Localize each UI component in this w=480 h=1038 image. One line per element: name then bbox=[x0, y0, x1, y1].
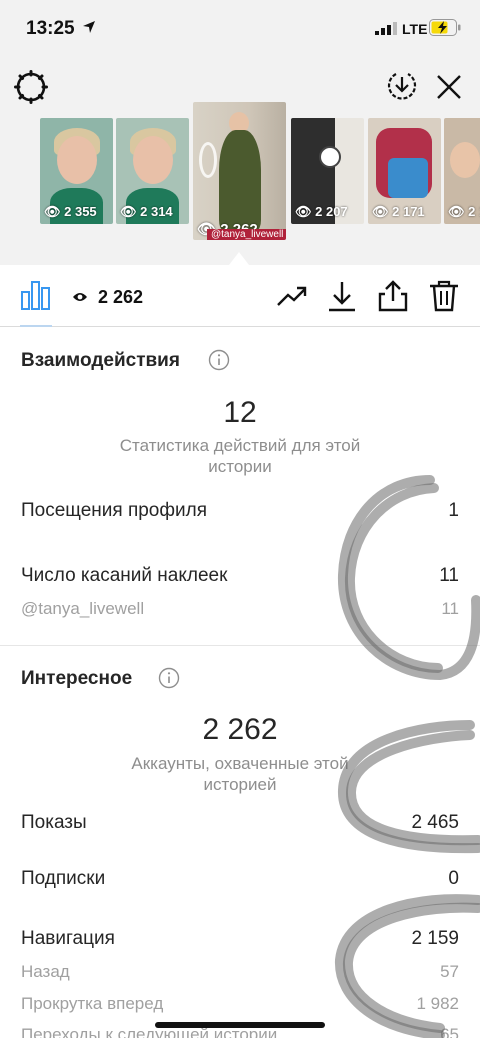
trash-icon[interactable] bbox=[427, 279, 461, 313]
story-thumbnail[interactable]: 👁 2 314 bbox=[116, 118, 189, 224]
insights-bar-chart-icon[interactable] bbox=[20, 280, 52, 310]
forward-value: 1 982 bbox=[416, 994, 459, 1013]
story-thumbnail-selected[interactable]: 👁 2 262 @tanya_livewell bbox=[193, 102, 286, 240]
network-type: LTE bbox=[402, 21, 428, 37]
status-time: 13:25 bbox=[26, 18, 75, 39]
sticker-taps-label: Число касаний наклеек bbox=[21, 565, 228, 586]
next-story-value: 65 bbox=[440, 1025, 459, 1038]
eye-icon bbox=[73, 293, 87, 301]
profile-visits-value: 1 bbox=[448, 500, 459, 521]
interactions-title: Взаимодействия bbox=[21, 350, 180, 371]
reach-total: 2 262 bbox=[202, 713, 278, 746]
profile-visits-label: Посещения профиля bbox=[21, 500, 207, 521]
settings-gear-icon[interactable] bbox=[14, 70, 48, 104]
navigation-value: 2 159 bbox=[411, 928, 459, 949]
home-indicator[interactable] bbox=[155, 1022, 325, 1028]
cell-signal-icon bbox=[375, 22, 397, 35]
close-icon[interactable] bbox=[436, 74, 462, 100]
info-icon[interactable] bbox=[208, 349, 230, 371]
story-view-count: 👁 2 171 bbox=[372, 204, 425, 219]
discovery-title: Интересное bbox=[21, 668, 133, 689]
sticker-mention-label[interactable]: @tanya_livewell bbox=[21, 599, 144, 619]
follows-value: 0 bbox=[448, 868, 459, 889]
download-icon[interactable] bbox=[325, 279, 359, 313]
sticker-taps-value: 11 bbox=[439, 565, 459, 586]
section-divider bbox=[0, 645, 480, 646]
share-icon[interactable] bbox=[376, 279, 410, 313]
impressions-label: Показы bbox=[21, 812, 87, 833]
save-to-device-icon[interactable] bbox=[386, 70, 418, 102]
impressions-value: 2 465 bbox=[411, 812, 459, 833]
views-count: 2 262 bbox=[98, 287, 144, 307]
active-tab-indicator bbox=[20, 325, 52, 327]
interactions-total: 12 bbox=[223, 396, 257, 429]
info-icon[interactable] bbox=[158, 667, 180, 689]
mention-sticker: @tanya_livewell bbox=[207, 229, 286, 240]
interactions-caption: Статистика действий для этой истории bbox=[119, 436, 361, 476]
story-view-count: 👁 2 314 bbox=[120, 204, 173, 219]
status-bar: 13:25 LTE bbox=[0, 0, 480, 60]
location-arrow-icon bbox=[83, 21, 95, 33]
promote-trend-icon[interactable] bbox=[275, 279, 309, 313]
story-view-count: 👁 2 207 bbox=[295, 204, 348, 219]
follows-label: Подписки bbox=[21, 868, 106, 889]
back-label: Назад bbox=[21, 962, 70, 981]
story-view-count: 👁 2 355 bbox=[44, 204, 97, 219]
story-thumbnail[interactable]: 👁 2 1 bbox=[444, 118, 480, 224]
forward-label: Прокрутка вперед bbox=[21, 994, 164, 1013]
story-thumbnail[interactable]: 👁 2 171 bbox=[368, 118, 441, 224]
navigation-label: Навигация bbox=[21, 928, 115, 949]
story-thumbnail[interactable]: 👁 2 355 bbox=[40, 118, 113, 224]
story-thumbnail[interactable]: 👁 2 207 bbox=[291, 118, 364, 224]
sticker-mention-value: 11 bbox=[441, 599, 459, 618]
reach-caption: Аккаунты, охваченные этой историей bbox=[131, 754, 349, 794]
battery-charging-icon bbox=[429, 19, 461, 36]
story-view-count: 👁 2 1 bbox=[448, 204, 480, 219]
story-toolbar: 2 262 bbox=[0, 265, 480, 327]
selected-story-pointer bbox=[229, 252, 249, 265]
back-value: 57 bbox=[440, 962, 459, 981]
